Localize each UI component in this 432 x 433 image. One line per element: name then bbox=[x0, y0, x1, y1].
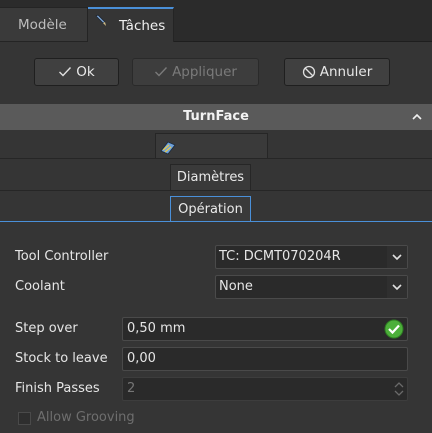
spin-arrows-icon[interactable] bbox=[393, 380, 405, 398]
toolbox-divider bbox=[0, 190, 432, 191]
check-icon bbox=[155, 67, 168, 77]
tab-model[interactable]: Modèle bbox=[0, 7, 88, 42]
tool-controller-select[interactable]: TC: DCMT070204R bbox=[215, 245, 408, 269]
toolbox-tab-diameters-label: Diamètres bbox=[176, 170, 245, 185]
allow-grooving-label: Allow Grooving bbox=[37, 410, 135, 425]
ok-button[interactable]: Ok bbox=[34, 58, 119, 86]
tab-tasks[interactable]: Tâches bbox=[88, 7, 174, 42]
toolbox-active-line bbox=[0, 221, 432, 222]
toolpath-icon bbox=[160, 141, 176, 155]
allow-grooving-checkbox[interactable] bbox=[18, 412, 31, 425]
stock-to-leave-input[interactable]: 0,00 bbox=[122, 347, 408, 371]
panel-title: TurnFace bbox=[183, 109, 249, 124]
apply-button-label: Appliquer bbox=[172, 64, 237, 80]
toolbox-tab-icon[interactable] bbox=[155, 133, 268, 159]
valid-check-icon bbox=[384, 319, 404, 339]
ok-button-label: Ok bbox=[76, 64, 95, 80]
tool-controller-value: TC: DCMT070204R bbox=[219, 249, 341, 264]
step-over-input[interactable]: 0,50 mm bbox=[122, 317, 408, 341]
pencil-icon bbox=[95, 14, 106, 26]
cancel-button-label: Annuler bbox=[319, 64, 373, 80]
chevron-down-icon bbox=[387, 246, 407, 268]
main-tab-bar: Modèle Tâches bbox=[0, 0, 432, 42]
check-icon bbox=[59, 67, 72, 77]
panel-header[interactable]: TurnFace bbox=[0, 104, 432, 130]
chevron-down-icon bbox=[387, 276, 407, 298]
stock-to-leave-value: 0,00 bbox=[127, 351, 156, 366]
tab-tasks-label: Tâches bbox=[119, 18, 166, 34]
tool-controller-label: Tool Controller bbox=[15, 249, 109, 264]
coolant-select[interactable]: None bbox=[215, 275, 408, 299]
toolbox-tab-operation-label: Opération bbox=[178, 202, 243, 217]
toolbox-tab-diameters[interactable]: Diamètres bbox=[170, 164, 251, 190]
dialog-button-row: Ok Appliquer Annuler bbox=[0, 42, 432, 104]
step-over-value: 0,50 mm bbox=[127, 321, 186, 336]
cancel-button[interactable]: Annuler bbox=[284, 58, 390, 86]
step-over-label: Step over bbox=[15, 321, 78, 336]
coolant-value: None bbox=[219, 279, 253, 294]
apply-button[interactable]: Appliquer bbox=[132, 58, 259, 86]
coolant-label: Coolant bbox=[15, 279, 65, 294]
finish-passes-spinbox[interactable]: 2 bbox=[122, 377, 408, 401]
toolbox-tab-operation[interactable]: Opération bbox=[170, 196, 251, 222]
stock-to-leave-label: Stock to leave bbox=[15, 351, 108, 366]
finish-passes-value: 2 bbox=[127, 381, 136, 396]
task-panel: Diamètres Opération Tool Controller TC: … bbox=[0, 130, 432, 433]
finish-passes-label: Finish Passes bbox=[15, 381, 100, 396]
forbidden-icon bbox=[302, 65, 315, 79]
toolbox-divider bbox=[0, 158, 432, 159]
chevron-up-icon[interactable] bbox=[411, 111, 423, 123]
